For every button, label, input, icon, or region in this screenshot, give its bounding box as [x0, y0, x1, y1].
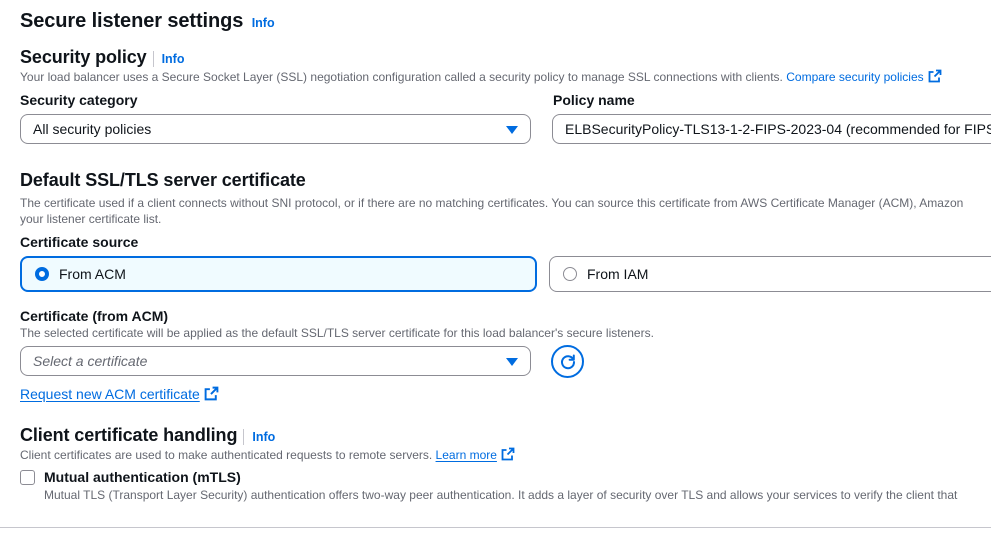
learn-more-link[interactable]: Learn more [435, 447, 515, 462]
header-divider [152, 50, 154, 67]
radio-tile-from-iam[interactable]: From IAM [549, 256, 991, 292]
security-policy-description-row: Your load balancer uses a Secure Socket … [20, 69, 942, 84]
default-cert-description-2: your listener certificate list. [20, 212, 162, 226]
learn-more-label: Learn more [435, 448, 497, 462]
security-category-label: Security category [20, 92, 138, 108]
policy-name-select[interactable]: ELBSecurityPolicy-TLS13-1-2-FIPS-2023-04… [552, 114, 991, 144]
security-policy-title: Security policy [20, 47, 147, 67]
security-category-select[interactable]: All security policies [20, 114, 531, 144]
from-acm-label: From ACM [59, 266, 126, 282]
mtls-checkbox[interactable] [20, 470, 35, 485]
security-policy-header: Security policy Info [20, 47, 184, 68]
policy-name-value: ELBSecurityPolicy-TLS13-1-2-FIPS-2023-04… [565, 121, 991, 137]
certificate-placeholder: Select a certificate [33, 353, 148, 369]
radio-tile-from-acm[interactable]: From ACM [20, 256, 537, 292]
from-iam-label: From IAM [587, 266, 649, 282]
security-category-value: All security policies [33, 121, 152, 137]
refresh-certificates-button[interactable] [551, 345, 584, 378]
external-link-icon [204, 386, 219, 401]
security-policy-description: Your load balancer uses a Secure Socket … [20, 70, 783, 84]
section-info-link[interactable]: Info [252, 16, 275, 30]
default-cert-title: Default SSL/TLS server certificate [20, 170, 306, 190]
refresh-icon [560, 354, 575, 369]
client-cert-description: Client certificates are used to make aut… [20, 448, 433, 462]
request-acm-certificate-link[interactable]: Request new ACM certificate [20, 386, 219, 402]
external-link-icon [501, 447, 515, 461]
client-cert-info-link[interactable]: Info [252, 430, 275, 444]
mtls-description: Mutual TLS (Transport Layer Security) au… [44, 488, 958, 502]
certificate-select[interactable]: Select a certificate [20, 346, 531, 376]
certificate-acm-label: Certificate (from ACM) [20, 308, 169, 324]
client-cert-title: Client certificate handling [20, 425, 238, 445]
compare-security-policies-link[interactable]: Compare security policies [786, 69, 942, 84]
compare-link-label: Compare security policies [786, 70, 924, 84]
radio-button-selected[interactable] [35, 267, 49, 281]
header-divider [243, 428, 245, 445]
radio-button-unselected[interactable] [563, 267, 577, 281]
section-title: Secure listener settings [20, 10, 244, 32]
client-cert-description-row: Client certificates are used to make aut… [20, 447, 515, 462]
certificate-acm-description: The selected certificate will be applied… [20, 326, 654, 340]
default-cert-description-1: The certificate used if a client connect… [20, 196, 964, 210]
mtls-label: Mutual authentication (mTLS) [44, 469, 241, 485]
client-cert-header: Client certificate handling Info [20, 425, 275, 446]
caret-down-icon [506, 126, 518, 134]
request-acm-label: Request new ACM certificate [20, 386, 200, 402]
certificate-source-label: Certificate source [20, 234, 139, 250]
security-policy-info-link[interactable]: Info [162, 52, 185, 66]
caret-down-icon [506, 358, 518, 366]
policy-name-label: Policy name [553, 92, 635, 108]
external-link-icon [928, 69, 942, 83]
section-header: Secure listener settings Info [20, 10, 275, 33]
